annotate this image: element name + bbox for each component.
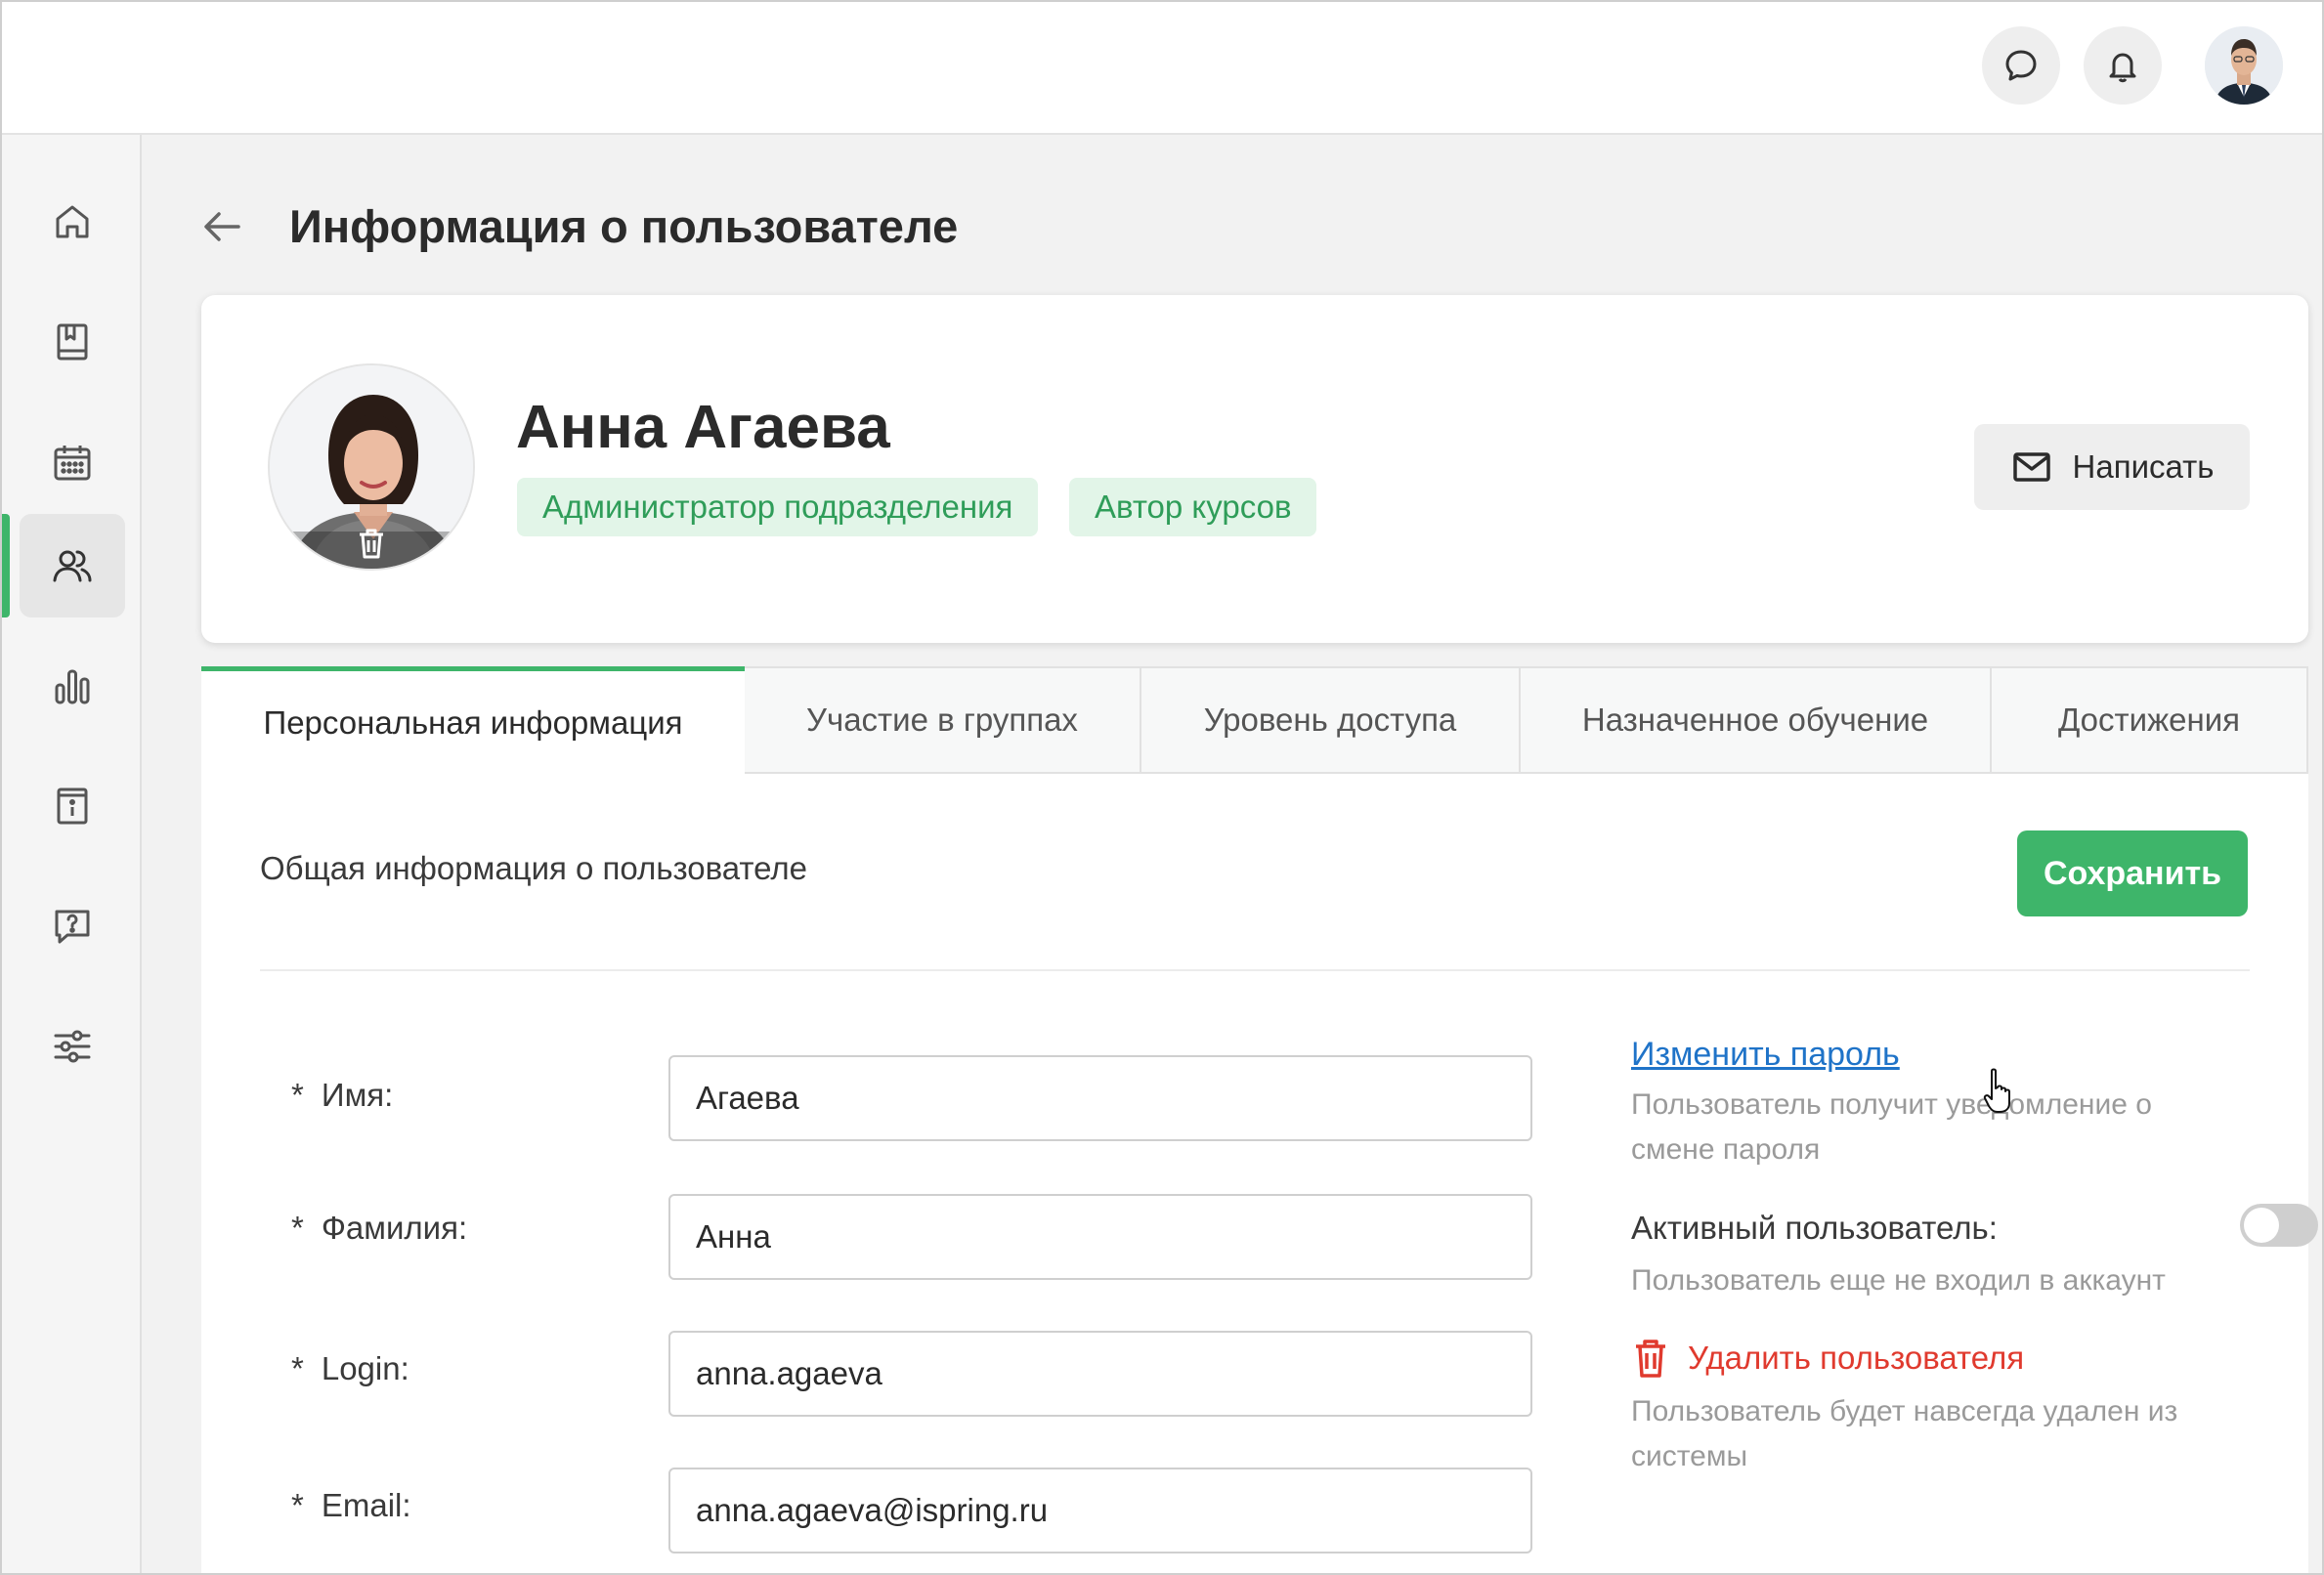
sidebar-item-settings[interactable] (20, 995, 125, 1098)
mail-icon (2012, 452, 2050, 482)
login-label: * Login: (291, 1350, 409, 1387)
sidebar-item-users[interactable] (20, 514, 125, 617)
messages-button[interactable] (1982, 26, 2060, 105)
man-portrait-image (2205, 26, 2283, 105)
write-message-button[interactable]: Написать (1974, 424, 2250, 510)
question-chat-icon (55, 910, 90, 944)
email-label: * Email: (291, 1487, 411, 1524)
book-icon (57, 323, 88, 361)
delete-user-label: Удалить пользователя (1688, 1340, 2025, 1376)
tab-access-level[interactable]: Уровень доступа (1141, 666, 1521, 774)
tab-achievements[interactable]: Достижения (1992, 666, 2308, 774)
sidebar-item-courses[interactable] (20, 290, 125, 394)
required-mark: * (291, 1077, 304, 1113)
save-button[interactable]: Сохранить (2017, 830, 2248, 916)
sidebar-item-calendar[interactable] (20, 410, 125, 514)
delete-user-hint: Пользователь будет навсегда удален из си… (1631, 1395, 2178, 1472)
profile-photo[interactable] (268, 363, 475, 571)
active-user-label: Активный пользователь: (1631, 1210, 1998, 1246)
required-mark: * (291, 1210, 304, 1246)
current-user-avatar[interactable] (2205, 26, 2283, 105)
tab-label: Назначенное обучение (1581, 702, 1929, 738)
sliders-icon (54, 1030, 91, 1063)
login-input[interactable] (668, 1331, 1532, 1417)
personal-info-panel: Общая информация о пользователе Сохранит… (201, 774, 2318, 1573)
page-title: Информация о пользователе (289, 200, 959, 252)
required-mark: * (291, 1350, 304, 1386)
home-icon (56, 205, 89, 238)
sidebar-item-reports[interactable] (20, 634, 125, 738)
delete-user-button[interactable]: Удалить пользователя (1631, 1337, 2024, 1380)
email-input[interactable] (668, 1468, 1532, 1554)
label-text: Имя: (321, 1077, 394, 1113)
bell-icon (2109, 53, 2136, 83)
last-name-input[interactable] (668, 1194, 1532, 1280)
top-bar (2, 2, 2322, 135)
role-badge: Автор курсов (1069, 478, 1317, 536)
tab-groups[interactable]: Участие в группах (745, 666, 1141, 774)
back-arrow-icon[interactable] (197, 202, 246, 251)
profile-name: Анна Агаева (516, 394, 890, 461)
tab-assigned-learning[interactable]: Назначенное обучение (1521, 666, 1992, 774)
bar-chart-icon (55, 669, 90, 704)
active-user-hint: Пользователь еще не входил в аккаунт (1631, 1264, 2166, 1297)
notifications-button[interactable] (2084, 26, 2162, 105)
users-icon (53, 550, 92, 582)
trash-icon[interactable] (352, 524, 391, 563)
required-mark: * (291, 1487, 304, 1523)
section-title: Общая информация о пользователе (260, 850, 808, 886)
sidebar-item-help[interactable] (20, 874, 125, 978)
app-window: Информация о пользователе Анна Агаева Ад… (0, 0, 2324, 1575)
sidebar-item-home[interactable] (20, 170, 125, 274)
write-button-label: Написать (2072, 448, 2215, 485)
label-text: Login: (321, 1350, 409, 1386)
active-user-toggle[interactable] (2240, 1204, 2318, 1247)
tab-label: Достижения (2057, 702, 2241, 738)
calendar-icon (54, 446, 91, 481)
trash-icon (1636, 1340, 1665, 1378)
first-name-label: * Имя: (291, 1077, 393, 1114)
tab-personal-info[interactable]: Персональная информация (201, 666, 745, 774)
info-book-icon (57, 788, 88, 825)
change-password-link[interactable]: Изменить пароль (1631, 1036, 1900, 1074)
sidebar (2, 135, 142, 1573)
divider (260, 969, 2250, 971)
change-password-hint: Пользователь получит уведомление о смене… (1631, 1088, 2152, 1166)
last-name-label: * Фамилия: (291, 1210, 467, 1247)
toggle-knob (2244, 1208, 2279, 1243)
chat-bubble-icon (2005, 50, 2037, 81)
tabs: Персональная информация Участие в группа… (201, 666, 2308, 774)
role-badge: Администратор подразделения (517, 478, 1039, 536)
first-name-input[interactable] (668, 1055, 1532, 1141)
label-text: Фамилия: (321, 1210, 468, 1246)
sidebar-active-indicator (2, 514, 10, 617)
profile-card: Анна Агаева Администратор подразделения … (201, 295, 2308, 643)
tab-label: Уровень доступа (1203, 702, 1457, 738)
tab-label: Участие в группах (806, 702, 1078, 738)
hand-cursor-icon (1983, 1068, 2010, 1113)
label-text: Email: (321, 1487, 411, 1523)
sidebar-item-info[interactable] (20, 754, 125, 858)
tab-label: Персональная информация (263, 703, 683, 741)
